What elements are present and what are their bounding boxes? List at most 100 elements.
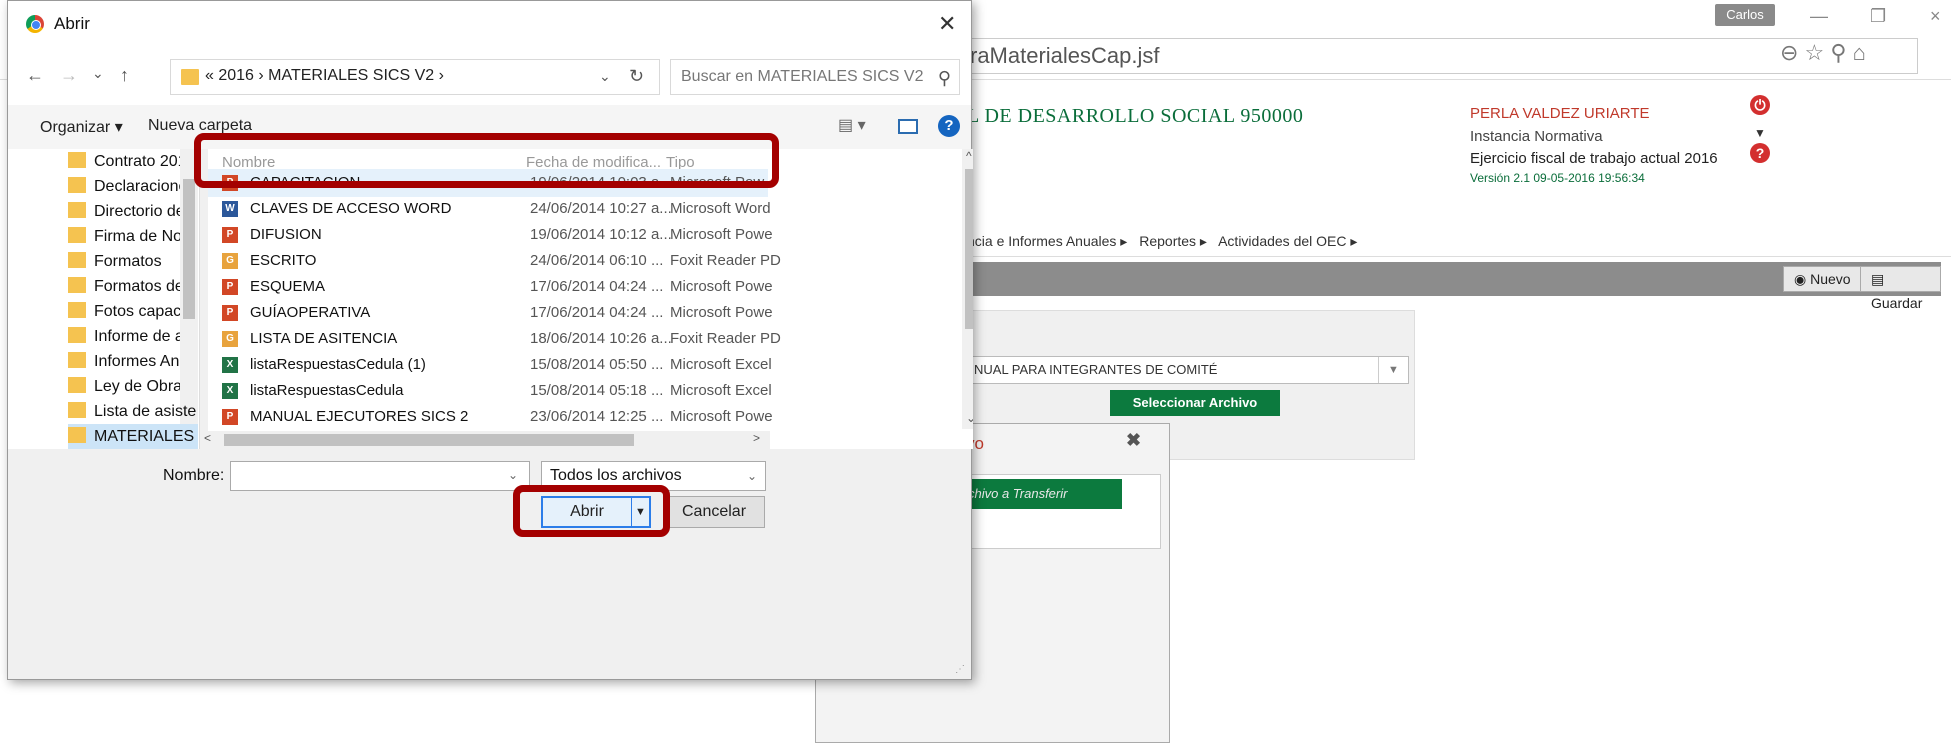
- back-icon[interactable]: ←: [26, 65, 44, 86]
- file-type-value: Todos los archivos: [550, 467, 682, 484]
- restore-icon[interactable]: ❐: [1870, 6, 1886, 27]
- nav-folder-item[interactable]: Declaraciones: [68, 174, 198, 199]
- up-folder-icon[interactable]: ↑: [120, 65, 129, 86]
- chrome-icon: [26, 15, 44, 33]
- path-text[interactable]: « 2016 › MATERIALES SICS V2 ›: [205, 67, 444, 85]
- file-name: ESCRITO: [250, 252, 317, 269]
- file-row[interactable]: P ESQUEMA 17/06/2014 04:24 ... Microsoft Po…: [208, 273, 773, 301]
- chevron-down-icon[interactable]: ⌄: [599, 68, 611, 85]
- close-icon[interactable]: ✖: [1126, 430, 1141, 451]
- filename-input[interactable]: [230, 461, 530, 491]
- menu-item-informes[interactable]: ncia e Informes Anuales ▸: [967, 233, 1127, 249]
- recent-locations-icon[interactable]: ⌄: [92, 65, 104, 82]
- forward-icon[interactable]: →: [60, 65, 78, 86]
- xls-file-icon: X: [222, 383, 238, 399]
- dropdown-icon[interactable]: ▼: [1750, 123, 1770, 143]
- address-bar[interactable]: raMaterialesCap.jsf: [963, 38, 1918, 74]
- chevron-down-icon[interactable]: ▼: [1378, 357, 1408, 383]
- close-icon[interactable]: ✕: [938, 11, 956, 37]
- dialog-titlebar: Abrir ✕: [8, 1, 971, 49]
- path-breadcrumb[interactable]: « 2016 › MATERIALES SICS V2 › ⌄ ↻: [170, 59, 660, 95]
- file-date: 19/06/2014 10:12 a...: [530, 226, 672, 243]
- nav-folder-item[interactable]: Informes Anu: [68, 349, 198, 374]
- file-name: ESQUEMA: [250, 278, 326, 295]
- nav-folder-item[interactable]: Directorio de: [68, 199, 198, 224]
- file-scroll-thumb[interactable]: [965, 169, 973, 329]
- horizontal-scrollbar[interactable]: < >: [200, 431, 770, 449]
- close-icon[interactable]: ×: [1930, 6, 1941, 27]
- nav-folder-item[interactable]: Contrato 2016: [68, 149, 198, 174]
- new-button[interactable]: ◉ Nuevo: [1783, 266, 1862, 292]
- page-header: L DE DESARROLLO SOCIAL 950000 PERLA VALD…: [960, 95, 1951, 205]
- organize-menu[interactable]: Organizar ▾: [40, 117, 123, 137]
- doc-file-icon: W: [222, 201, 238, 217]
- select-file-button[interactable]: Seleccionar Archivo: [1110, 390, 1280, 416]
- transfer-file-button[interactable]: chivo a Transferir: [962, 479, 1122, 509]
- pdf-file-icon: G: [222, 331, 238, 347]
- file-date: 17/06/2014 04:24 ...: [530, 304, 664, 321]
- file-row[interactable]: G ESCRITO 24/06/2014 06:10 ... Foxit Reader…: [208, 247, 781, 275]
- file-type: Microsoft Excel: [670, 356, 772, 373]
- scroll-left-icon[interactable]: <: [204, 431, 211, 445]
- help-icon[interactable]: ?: [938, 115, 960, 137]
- folder-icon: [68, 427, 86, 444]
- page-toolbar: ◉ Nuevo ▤ Guardar: [960, 262, 1941, 311]
- view-options-icon[interactable]: ▤ ▾: [838, 115, 866, 135]
- file-list: Nombre Fecha de modifica... Tipo P CAPACI…: [208, 149, 973, 449]
- scroll-down-icon[interactable]: ⌄: [966, 411, 973, 425]
- file-open-dialog: Abrir ✕ ← → ⌄ ↑ « 2016 › MATERIALES SICS…: [7, 0, 973, 680]
- refresh-icon[interactable]: ↻: [629, 66, 644, 87]
- dialog-navigation: ← → ⌄ ↑ « 2016 › MATERIALES SICS V2 › ⌄ …: [8, 49, 971, 105]
- nav-folder-item[interactable]: Firma de Not: [68, 224, 198, 249]
- pdf-file-icon: G: [222, 253, 238, 269]
- scroll-right-icon[interactable]: >: [753, 431, 760, 445]
- power-icon[interactable]: ⏻: [1750, 95, 1770, 115]
- file-row[interactable]: P MANUAL EJECUTORES SICS 2 23/06/2014 12:2…: [208, 403, 773, 431]
- nav-folder-item[interactable]: Formatos: [68, 249, 198, 274]
- preview-pane-icon[interactable]: [898, 119, 918, 134]
- file-row[interactable]: P DIFUSION 19/06/2014 10:12 a... Microsoft …: [208, 221, 773, 249]
- resize-grip-icon[interactable]: ⋰: [955, 664, 965, 675]
- save-button[interactable]: ▤ Guardar: [1860, 266, 1941, 311]
- file-row[interactable]: P GUÍAOPERATIVA 17/06/2014 04:24 ... Micros…: [208, 299, 773, 327]
- folder-icon: [68, 402, 86, 419]
- file-type: Microsoft Excel: [670, 382, 772, 399]
- nav-folder-item[interactable]: Ley de Obras: [68, 374, 198, 399]
- search-input[interactable]: Buscar en MATERIALES SICS V2 ⚲: [670, 59, 960, 95]
- nav-folder-item[interactable]: Informe de ac: [68, 324, 198, 349]
- minimize-icon[interactable]: —: [1810, 6, 1828, 27]
- nav-folder-item[interactable]: Formatos de: [68, 274, 198, 299]
- horizontal-scroll-thumb[interactable]: [224, 434, 634, 446]
- ppt-file-icon: P: [222, 409, 238, 425]
- folder-icon: [68, 227, 86, 244]
- file-date: 24/06/2014 10:27 a...: [530, 200, 672, 217]
- chevron-down-icon[interactable]: ⌄: [747, 462, 757, 490]
- nav-folder-item[interactable]: MATERIALES ⌄: [68, 424, 198, 449]
- nav-folder-item[interactable]: Lista de asiste: [68, 399, 198, 424]
- nav-folder-item[interactable]: Fotos capacit: [68, 299, 198, 324]
- file-row[interactable]: W CLAVES DE ACCESO WORD 24/06/2014 10:27 a…: [208, 195, 771, 223]
- user-role: Instancia Normativa: [1470, 128, 1603, 145]
- help-icon[interactable]: ?: [1750, 143, 1770, 163]
- nav-scroll-thumb[interactable]: [183, 179, 195, 319]
- menu-item-actividades[interactable]: Actividades del OEC ▸: [1218, 233, 1357, 249]
- file-name: MANUAL EJECUTORES SICS 2: [250, 408, 469, 425]
- menu-item-reportes[interactable]: Reportes ▸: [1139, 233, 1207, 249]
- file-row[interactable]: G LISTA DE ASITENCIA 18/06/2014 10:26 a...…: [208, 325, 781, 353]
- profile-badge[interactable]: Carlos: [1715, 4, 1775, 26]
- chevron-down-icon[interactable]: ⌄: [508, 468, 518, 482]
- search-icon[interactable]: ⚲: [938, 61, 951, 95]
- folder-icon: [68, 377, 86, 394]
- filename-label: Nombre:: [163, 467, 225, 484]
- ppt-file-icon: P: [222, 305, 238, 321]
- address-bar-icons[interactable]: ⊖ ☆ ⚲ ⌂: [1780, 40, 1866, 66]
- scroll-up-icon[interactable]: ^: [966, 149, 972, 163]
- file-row[interactable]: XlistaRespuestasCedula (1) 15/08/2014 05:…: [208, 351, 772, 379]
- material-select[interactable]: NUAL PARA INTEGRANTES DE COMITÉ ▼: [969, 356, 1409, 384]
- file-name: CLAVES DE ACCESO WORD: [250, 200, 452, 217]
- file-row[interactable]: XlistaRespuestasCedula 15/08/2014 05:18 .…: [208, 377, 772, 405]
- cancel-button[interactable]: Cancelar: [663, 496, 765, 528]
- file-scrollbar[interactable]: ^ ⌄: [962, 149, 973, 429]
- folder-icon: [68, 327, 86, 344]
- search-placeholder: Buscar en MATERIALES SICS V2: [681, 68, 924, 85]
